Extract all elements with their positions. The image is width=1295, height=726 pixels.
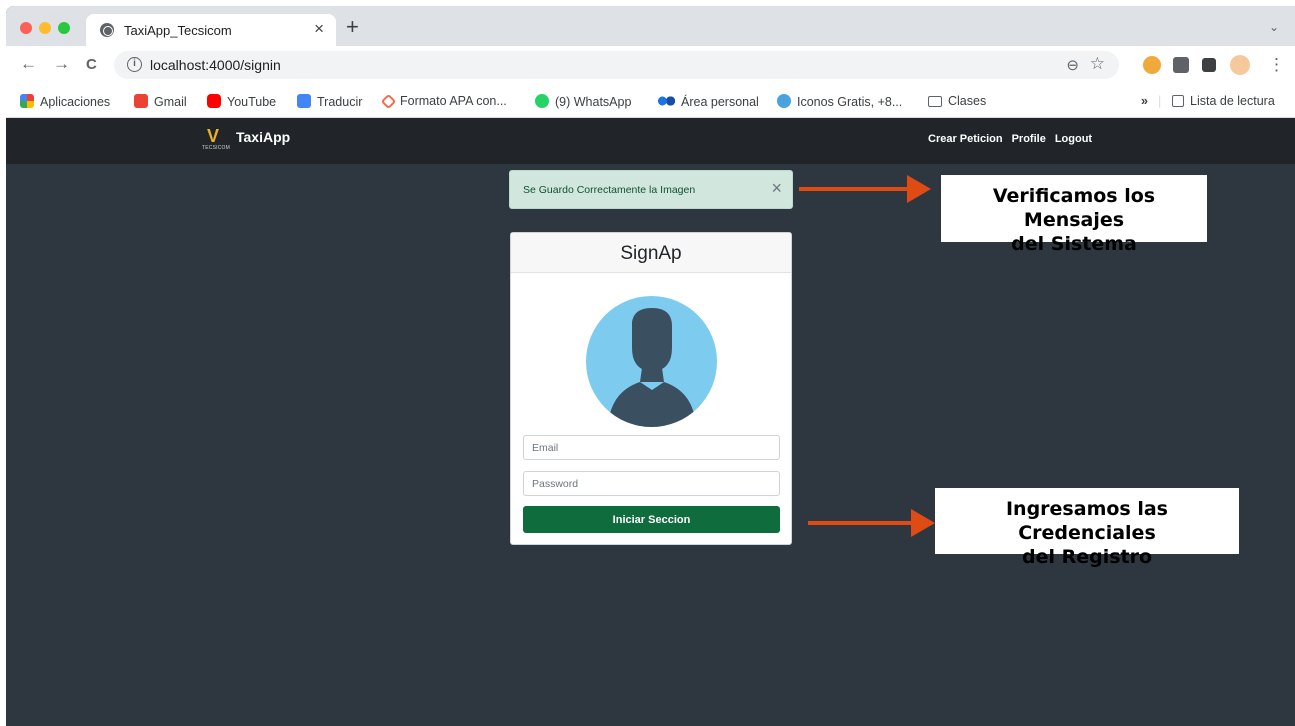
reading-list-icon	[1172, 95, 1184, 107]
annotation-messages: Verificamos los Mensajes del Sistema	[941, 175, 1207, 255]
extension-pen-icon[interactable]	[1173, 57, 1189, 73]
alert-message: Se Guardo Correctamente la Imagen	[523, 184, 696, 196]
bookmark-iconos[interactable]: Iconos Gratis, +8...	[777, 94, 902, 109]
bookmarks-bar: Aplicaciones Gmail YouTube Traducir Form…	[6, 84, 1295, 118]
tecsicom-logo: V TECSICOM	[202, 126, 230, 151]
whatsapp-icon	[535, 94, 549, 108]
bookmark-area-personal[interactable]: Área personal	[657, 94, 759, 109]
profile-avatar[interactable]	[1230, 55, 1250, 75]
close-window-button[interactable]	[20, 22, 32, 34]
apps-grid-icon	[20, 94, 34, 108]
annotation-arrow-messages	[799, 175, 931, 203]
flaticon-icon	[777, 94, 791, 108]
folder-icon	[928, 96, 942, 107]
web-page: V TECSICOM TaxiApp Crear Peticion Profil…	[6, 118, 1295, 726]
nav-link-logout[interactable]: Logout	[1055, 133, 1092, 145]
moodle-icon	[657, 94, 675, 108]
browser-menu-button[interactable]: ⋮	[1268, 55, 1285, 75]
extension-owl-icon[interactable]	[1143, 56, 1161, 74]
translate-icon	[297, 94, 311, 108]
back-button[interactable]: ←	[20, 54, 37, 74]
reload-button[interactable]: C	[86, 56, 97, 73]
reading-list-button[interactable]: Lista de lectura	[1172, 94, 1275, 108]
tab-close-icon[interactable]: ×	[314, 19, 324, 39]
bookmark-youtube[interactable]: YouTube	[207, 94, 276, 109]
apa-icon	[380, 93, 397, 110]
bookmark-gmail[interactable]: Gmail	[134, 94, 187, 109]
alert-close-icon[interactable]: ×	[771, 178, 782, 199]
minimize-window-button[interactable]	[39, 22, 51, 34]
youtube-icon	[207, 94, 221, 108]
card-header: SignAp	[511, 233, 791, 273]
zoom-icon[interactable]: ⊖	[1066, 56, 1079, 74]
annotation-arrow-credentials	[808, 509, 935, 537]
forward-button[interactable]: →	[53, 54, 70, 74]
nav-link-crear-peticion[interactable]: Crear Peticion	[928, 133, 1003, 145]
tab-taxiapp[interactable]: TaxiApp_Tecsicom ×	[86, 14, 336, 46]
password-field[interactable]	[523, 471, 780, 496]
url-text[interactable]: localhost:4000/signin	[150, 57, 281, 73]
gmail-icon	[134, 94, 148, 108]
bookmarks-divider: |	[1158, 94, 1162, 108]
browser-toolbar: ← → C i localhost:4000/signin ⊖ ☆ ⋮	[6, 46, 1295, 84]
bookmark-translate[interactable]: Traducir	[297, 94, 362, 109]
email-field[interactable]	[523, 435, 780, 460]
globe-icon	[100, 23, 114, 37]
tab-strip: TaxiApp_Tecsicom × + ⌄	[6, 6, 1295, 46]
maximize-window-button[interactable]	[58, 22, 70, 34]
extensions-puzzle-icon[interactable]	[1202, 58, 1216, 72]
bookmark-apa[interactable]: Formato APA con...	[380, 93, 507, 110]
brand-name: TaxiApp	[236, 129, 291, 145]
bookmark-apps[interactable]: Aplicaciones	[20, 94, 110, 109]
new-tab-button[interactable]: +	[346, 14, 359, 40]
nav-links: Crear Peticion Profile Logout	[928, 133, 1092, 145]
info-icon[interactable]: i	[127, 57, 142, 72]
bookmark-whatsapp[interactable]: (9) WhatsApp	[535, 94, 631, 109]
browser-window: TaxiApp_Tecsicom × + ⌄ ← → C i localhost…	[6, 6, 1295, 726]
signin-button[interactable]: Iniciar Seccion	[523, 506, 780, 533]
signin-card: SignAp Iniciar Seccion	[510, 232, 792, 545]
brand-link[interactable]: V TECSICOM TaxiApp	[202, 126, 291, 156]
tab-search-icon[interactable]: ⌄	[1269, 20, 1279, 34]
address-bar[interactable]: i localhost:4000/signin ⊖ ☆	[114, 51, 1119, 79]
annotation-credentials: Ingresamos las Credenciales del Registro	[935, 488, 1239, 568]
nav-link-profile[interactable]: Profile	[1012, 133, 1046, 145]
app-navbar: V TECSICOM TaxiApp Crear Peticion Profil…	[6, 118, 1295, 164]
bookmark-clases[interactable]: Clases	[928, 94, 986, 108]
success-alert: Se Guardo Correctamente la Imagen ×	[509, 170, 793, 209]
card-title: SignAp	[620, 243, 682, 264]
bookmark-star-icon[interactable]: ☆	[1090, 54, 1105, 74]
user-avatar-icon	[586, 296, 717, 427]
bookmarks-overflow-button[interactable]: »	[1141, 94, 1148, 108]
tab-title: TaxiApp_Tecsicom	[124, 23, 232, 38]
